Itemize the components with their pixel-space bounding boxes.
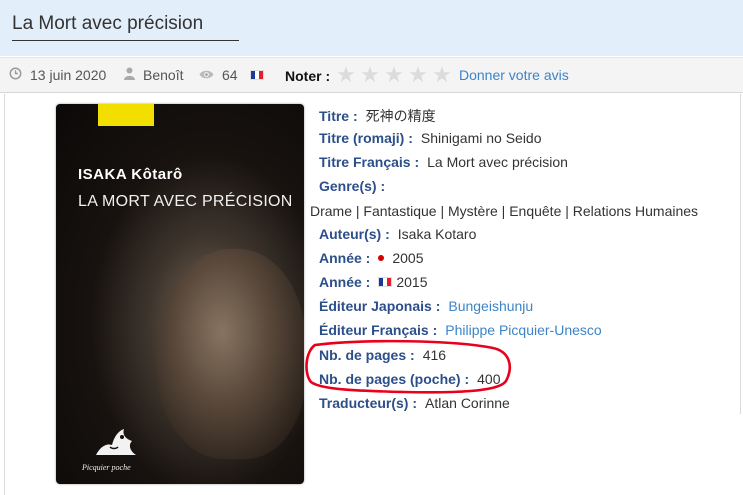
content-border-left <box>4 94 5 495</box>
book-cover: ISAKA Kôtarô LA MORT AVEC PRÉCISION Picq… <box>56 104 304 484</box>
star-icon[interactable]: ★ <box>430 62 454 88</box>
title-bar: La Mort avec précision <box>0 0 743 56</box>
info-row-romaji: Titre (romaji) : Shinigami no Seido <box>319 130 542 146</box>
rating-label: Noter : <box>285 68 331 84</box>
info-row-titre-fr: Titre Français : La Mort avec précision <box>319 154 568 170</box>
info-row-genres-label: Genre(s) : <box>319 178 386 194</box>
cover-author: ISAKA Kôtarô <box>78 166 183 183</box>
cover-yellow-band <box>98 104 154 126</box>
info-row-editeur-jp: Éditeur Japonais : Bungeishunju <box>319 298 534 314</box>
author-info: Benoît <box>124 67 183 83</box>
flag-fr-icon <box>249 70 264 80</box>
star-icon[interactable]: ★ <box>358 62 382 88</box>
info-row-annee-jp: Année : 2005 <box>319 250 424 266</box>
give-review-link[interactable]: Donner votre avis <box>459 67 569 83</box>
views-info: 64 <box>199 67 264 83</box>
date-info: 13 juin 2020 <box>9 67 106 83</box>
cover-title: LA MORT AVEC PRÉCISION <box>78 193 293 210</box>
info-row-auteurs: Auteur(s) : Isaka Kotaro <box>319 226 477 242</box>
clock-icon <box>9 67 22 83</box>
genres-list: Drame | Fantastique | Mystère | Enquête … <box>310 203 699 219</box>
highlight-circle-annotation <box>305 339 512 394</box>
info-row-traducteur: Traducteur(s) : Atlan Corinne <box>319 395 510 411</box>
view-count: 64 <box>222 67 238 83</box>
post-author: Benoît <box>143 67 184 83</box>
cover-portrait <box>156 249 304 459</box>
flag-fr-icon <box>378 277 393 287</box>
meta-bar: 13 juin 2020 Benoît 64 Noter : ★ ★ ★ ★ ★… <box>0 57 743 93</box>
content-border-right <box>740 94 741 414</box>
editeur-jp-link[interactable]: Bungeishunju <box>448 298 533 314</box>
publisher-logo-icon <box>96 429 136 455</box>
page-title: La Mort avec précision <box>12 13 239 41</box>
star-icon[interactable]: ★ <box>406 62 430 88</box>
info-row-editeur-fr: Éditeur Français : Philippe Picquier-Une… <box>319 322 602 338</box>
star-icon[interactable]: ★ <box>334 62 358 88</box>
flag-jp-icon <box>378 255 385 261</box>
info-row-titre: Titre : 死神の精度 <box>319 108 436 124</box>
eye-icon <box>199 67 214 83</box>
publish-date: 13 juin 2020 <box>30 67 107 83</box>
editeur-fr-link[interactable]: Philippe Picquier-Unesco <box>445 322 601 338</box>
rating-stars[interactable]: ★ ★ ★ ★ ★ <box>334 62 454 88</box>
info-row-annee-fr: Année : 2015 <box>319 274 428 290</box>
user-icon <box>124 67 135 83</box>
cover-publisher: Picquier poche <box>82 463 131 472</box>
star-icon[interactable]: ★ <box>382 62 406 88</box>
